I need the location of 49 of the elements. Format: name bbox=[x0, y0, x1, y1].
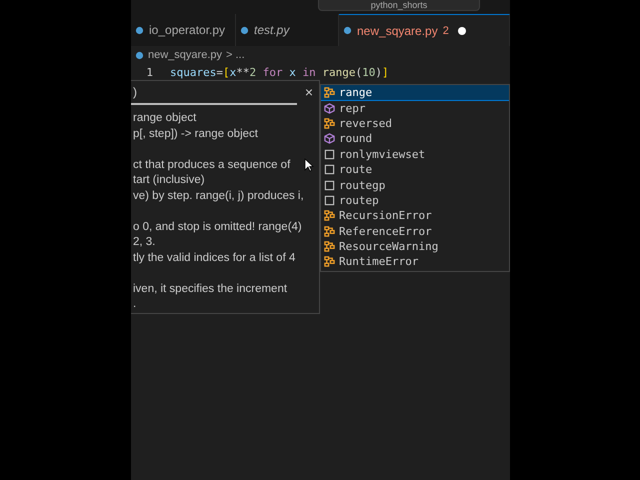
square-icon bbox=[324, 194, 335, 206]
documentation-line: iven, it specifies the increment bbox=[133, 282, 288, 296]
close-icon[interactable]: × bbox=[304, 84, 313, 100]
python-file-icon bbox=[135, 26, 144, 34]
suggestion-item[interactable]: RecursionError bbox=[321, 208, 509, 224]
class-icon bbox=[324, 226, 335, 237]
line-number: 1 bbox=[145, 66, 153, 78]
suggestion-item[interactable]: ronlymviewset bbox=[321, 146, 509, 162]
suggestion-item[interactable]: routep bbox=[321, 192, 509, 208]
signature-text: ) bbox=[133, 85, 137, 99]
editor-tab[interactable]: new_sqyare.py 2 bbox=[339, 14, 510, 46]
documentation-line: o 0, and stop is omitted! range(4) bbox=[133, 220, 302, 234]
python-file-icon bbox=[343, 26, 352, 35]
python-file-icon bbox=[240, 26, 249, 34]
python-file-icon bbox=[135, 50, 144, 60]
search-field[interactable]: python_shorts bbox=[318, 0, 480, 11]
suggestion-item[interactable]: routegp bbox=[321, 177, 509, 193]
mouse-pointer-icon bbox=[304, 158, 314, 172]
suggestion-item[interactable]: ReferenceError bbox=[321, 224, 509, 239]
documentation-line: tly the valid indices for a list of 4 bbox=[133, 250, 296, 266]
documentation-line: . bbox=[133, 297, 136, 312]
documentation-line: p[, step]) -> range object bbox=[133, 126, 258, 142]
square-icon bbox=[324, 164, 335, 176]
class-icon bbox=[324, 256, 335, 268]
documentation-line: ve) by step. range(i, j) produces i, bbox=[133, 188, 304, 204]
class-icon bbox=[324, 118, 335, 129]
cube-icon bbox=[324, 133, 335, 144]
class-icon bbox=[324, 210, 335, 222]
suggestion-item[interactable]: round bbox=[321, 131, 509, 147]
unsaved-dot-icon bbox=[458, 26, 466, 34]
documentation-line: range object bbox=[133, 111, 196, 126]
suggestion-item[interactable]: range bbox=[321, 85, 509, 100]
suggestion-item[interactable]: reversed bbox=[321, 116, 509, 132]
code-line: squares=[x**2 for x in range(10)] bbox=[170, 66, 389, 78]
suggestion-item[interactable]: repr bbox=[321, 100, 509, 116]
problem-count: 2 bbox=[442, 24, 449, 36]
suggestion-item[interactable]: RuntimeError bbox=[321, 254, 509, 270]
class-icon bbox=[324, 241, 335, 252]
suggestion-item[interactable]: ResourceWarning bbox=[321, 238, 509, 254]
square-icon bbox=[324, 148, 335, 160]
class-icon bbox=[324, 87, 335, 98]
breadcrumb-path[interactable]: > ... bbox=[226, 49, 245, 61]
square-icon bbox=[324, 180, 335, 191]
documentation-line: tart (inclusive) bbox=[133, 173, 205, 188]
documentation-line: ct that produces a sequence of bbox=[133, 158, 290, 172]
documentation-line: 2, 3. bbox=[133, 235, 156, 250]
suggestion-item[interactable]: route bbox=[321, 162, 509, 178]
breadcrumb-file[interactable]: new_sqyare.py bbox=[148, 49, 222, 61]
cube-icon bbox=[324, 102, 335, 114]
